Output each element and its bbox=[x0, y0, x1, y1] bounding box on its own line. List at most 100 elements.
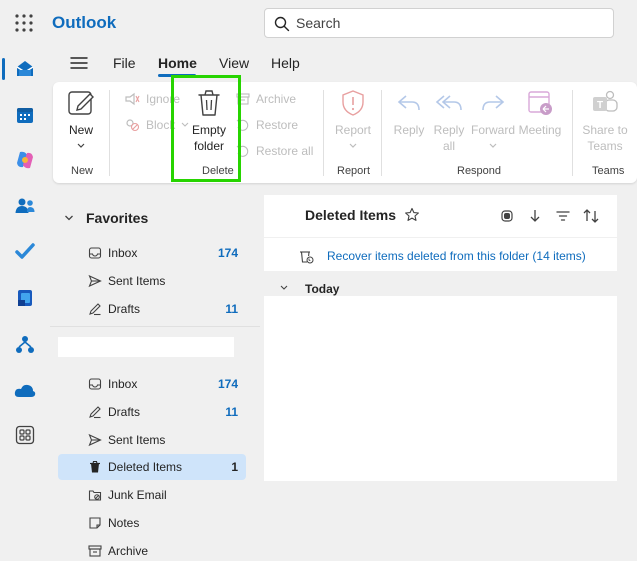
share-to-teams-label-line1: Share to bbox=[582, 123, 628, 137]
restore-button[interactable]: Restore bbox=[236, 118, 298, 132]
share-to-teams-label-line2: Teams bbox=[587, 139, 623, 153]
chevron-down-icon bbox=[349, 143, 357, 148]
reply-all-label-line2: all bbox=[442, 139, 455, 153]
people-icon bbox=[15, 198, 35, 213]
folder-name: Inbox bbox=[108, 246, 138, 260]
hamburger-menu-icon[interactable] bbox=[70, 56, 88, 70]
tab-home[interactable]: Home bbox=[158, 55, 197, 71]
tab-view[interactable]: View bbox=[219, 55, 249, 71]
filter-icon[interactable] bbox=[555, 208, 571, 224]
favorite-star-icon[interactable] bbox=[404, 207, 420, 223]
recover-items-link[interactable]: Recover items deleted from this folder (… bbox=[327, 249, 586, 263]
chevron-down-icon bbox=[280, 285, 288, 290]
app-rail bbox=[0, 46, 50, 561]
folder-name: Sent Items bbox=[108, 274, 166, 288]
tab-file[interactable]: File bbox=[113, 55, 136, 71]
folder-pane-divider bbox=[50, 326, 260, 327]
restore-label: Restore bbox=[256, 118, 299, 132]
report-shield-icon bbox=[342, 90, 364, 116]
sort-icon[interactable] bbox=[582, 208, 600, 224]
unread-count: 174 bbox=[217, 246, 238, 260]
folder-name: Junk Email bbox=[108, 488, 167, 502]
ribbon-separator bbox=[109, 90, 110, 176]
group-label-new: New bbox=[71, 165, 94, 177]
unread-count: 11 bbox=[225, 405, 238, 419]
tab-help[interactable]: Help bbox=[271, 55, 300, 71]
rail-mail[interactable] bbox=[9, 53, 41, 85]
favorite-inbox[interactable]: Inbox 174 bbox=[58, 240, 246, 266]
folder-notes[interactable]: Notes bbox=[58, 510, 246, 536]
forward-button[interactable]: Forward bbox=[471, 88, 515, 154]
favorites-header[interactable]: Favorites bbox=[64, 210, 148, 226]
report-label: Report bbox=[334, 123, 372, 137]
jump-to-icon[interactable] bbox=[528, 208, 542, 224]
ribbon-separator bbox=[572, 90, 573, 176]
rail-org[interactable] bbox=[9, 329, 41, 361]
trash-icon bbox=[88, 460, 102, 474]
app-title[interactable]: Outlook bbox=[52, 13, 116, 33]
folder-name: Notes bbox=[108, 516, 140, 530]
folder-inbox[interactable]: Inbox 174 bbox=[58, 371, 246, 397]
inbox-icon bbox=[88, 377, 102, 391]
rail-people[interactable] bbox=[9, 190, 41, 222]
onedrive-cloud-icon bbox=[14, 384, 36, 397]
rail-word[interactable] bbox=[9, 282, 41, 314]
meeting-button[interactable]: Meeting bbox=[517, 88, 563, 138]
recover-trash-icon bbox=[300, 251, 314, 264]
folder-name: Drafts bbox=[108, 405, 141, 419]
ignore-icon bbox=[125, 92, 140, 106]
message-list-title: Deleted Items bbox=[305, 207, 397, 223]
recover-deleted-items-row[interactable]: Recover items deleted from this folder (… bbox=[264, 237, 617, 271]
group-header-label: Today bbox=[305, 282, 340, 296]
reading-pane-edge bbox=[617, 192, 637, 561]
chevron-down-icon bbox=[77, 143, 85, 148]
report-button[interactable]: Report bbox=[333, 88, 373, 154]
favorite-drafts[interactable]: Drafts 11 bbox=[58, 296, 246, 322]
reply-all-button[interactable]: Reply all bbox=[431, 88, 467, 154]
archive-button[interactable]: Archive bbox=[236, 92, 296, 106]
copilot-icon bbox=[17, 151, 33, 169]
account-name-redacted[interactable] bbox=[58, 337, 234, 357]
ribbon: New New Ignore Block Empty folder Delete… bbox=[53, 82, 637, 183]
word-app-icon bbox=[18, 290, 32, 306]
more-apps-icon bbox=[15, 425, 35, 445]
ribbon-separator bbox=[381, 90, 382, 176]
message-list-header: Deleted Items bbox=[264, 195, 617, 237]
message-list: Deleted Items Recover items deleted from… bbox=[264, 195, 617, 561]
favorite-sent-items[interactable]: Sent Items bbox=[58, 268, 246, 294]
archive-label: Archive bbox=[256, 92, 297, 106]
restore-all-button[interactable]: Restore all bbox=[236, 144, 313, 158]
folder-archive[interactable]: Archive bbox=[58, 538, 246, 561]
teams-icon: T bbox=[593, 90, 618, 112]
reply-arrow-icon bbox=[397, 95, 420, 111]
block-icon bbox=[126, 119, 140, 132]
app-launcher-icon[interactable] bbox=[14, 13, 34, 33]
rail-copilot[interactable] bbox=[9, 144, 41, 176]
calendar-icon bbox=[17, 108, 33, 123]
rail-calendar[interactable] bbox=[9, 99, 41, 131]
folder-sent-items[interactable]: Sent Items bbox=[58, 427, 246, 453]
mail-icon bbox=[16, 61, 34, 76]
folder-junk-email[interactable]: Junk Email bbox=[58, 482, 246, 508]
folder-name: Drafts bbox=[108, 302, 141, 316]
rail-todo[interactable] bbox=[9, 235, 41, 267]
message-list-body bbox=[264, 296, 617, 481]
new-button[interactable]: New bbox=[65, 88, 97, 154]
meeting-label: Meeting bbox=[518, 123, 562, 137]
restore-all-label: Restore all bbox=[256, 144, 314, 158]
select-mode-icon[interactable] bbox=[499, 208, 515, 224]
folder-pane: Favorites Inbox 174 Sent Items Drafts 11… bbox=[50, 192, 260, 561]
reply-all-arrow-icon bbox=[435, 95, 462, 111]
compose-icon bbox=[68, 91, 94, 115]
unread-count: 174 bbox=[217, 377, 238, 391]
rail-more-apps[interactable] bbox=[9, 419, 41, 451]
folder-deleted-items[interactable]: Deleted Items 1 bbox=[58, 454, 246, 480]
archive-icon bbox=[88, 544, 102, 558]
share-to-teams-button[interactable]: T Share to Teams bbox=[581, 88, 629, 154]
search-icon bbox=[274, 16, 290, 32]
folder-drafts[interactable]: Drafts 11 bbox=[58, 399, 246, 425]
reply-button[interactable]: Reply bbox=[391, 88, 427, 138]
rail-onedrive[interactable] bbox=[9, 374, 41, 406]
search-input[interactable] bbox=[296, 14, 596, 32]
search-box[interactable] bbox=[264, 8, 614, 38]
